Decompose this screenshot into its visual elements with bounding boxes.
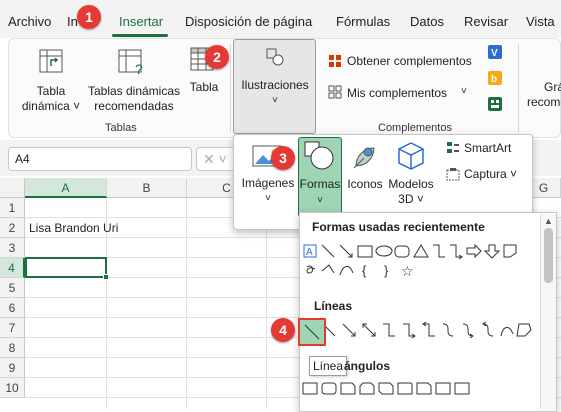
bing-icon[interactable]: b — [487, 70, 503, 86]
menu-disposicion[interactable]: Disposición de página — [185, 14, 312, 29]
lines-grid — [299, 316, 537, 346]
active-tab-indicator — [112, 34, 168, 37]
select-all-corner[interactable] — [0, 178, 25, 198]
pivot-table-label: Tabla — [36, 84, 66, 98]
group-tablas-label: Tablas — [105, 122, 137, 134]
rectangles-grid — [301, 380, 539, 400]
screenshot-label: Captura — [464, 167, 507, 181]
get-addins-button[interactable]: Obtener complementos — [347, 54, 472, 68]
charts-label-cut: Grá — [544, 80, 561, 94]
svg-text:A: A — [306, 247, 313, 258]
visio-icon[interactable]: V — [487, 44, 503, 60]
column-header-a[interactable]: A — [25, 178, 107, 198]
my-addins-chevron-icon[interactable]: ˅ — [461, 86, 467, 97]
svg-text:{: { — [362, 263, 367, 278]
group-complementos-label: Complementos — [378, 122, 452, 134]
line-tooltip: Línea — [309, 356, 347, 376]
menu-datos[interactable]: Datos — [410, 14, 444, 29]
recent-shapes-title: Formas usadas recientemente — [312, 220, 485, 234]
svg-text:b: b — [491, 74, 497, 85]
my-addins-button[interactable]: Mis complementos — [347, 86, 447, 100]
chevron-down-icon: ˅ — [272, 95, 278, 106]
row-header-1[interactable]: 1 — [0, 198, 25, 218]
table-button[interactable]: Tabla — [184, 80, 224, 95]
scroll-thumb[interactable] — [544, 228, 553, 283]
screenshot-icon — [446, 167, 460, 181]
illustrations-label: Ilustraciones — [241, 78, 309, 92]
step-badge-2: 2 — [205, 45, 229, 69]
3d-models-label-1: Modelos — [388, 177, 434, 191]
row-header-3[interactable]: 3 — [0, 238, 25, 258]
pivot-table-label-2: dinámica ˅ — [21, 99, 81, 113]
smartart-button[interactable]: SmartArt — [464, 141, 511, 155]
people-graph-icon[interactable] — [487, 96, 503, 112]
3d-models-button[interactable]: Modelos 3D ˅ — [386, 177, 436, 207]
row-header-9[interactable]: 9 — [0, 358, 25, 378]
pivot-table-button[interactable]: Tabla dinámica ˅ — [18, 84, 84, 114]
smartart-icon — [446, 141, 460, 155]
cancel-formula-icon[interactable]: ✕ ˅ — [196, 147, 236, 171]
recommended-pivot-icon: ? — [117, 46, 147, 77]
images-button[interactable]: Imágenes — [240, 176, 296, 191]
column-header-b[interactable]: B — [107, 178, 187, 198]
gridline — [186, 198, 187, 409]
recommended-pivot-button[interactable]: Tablas dinámicas recomendadas — [86, 84, 182, 114]
step-badge-1: 1 — [77, 5, 101, 29]
recommended-pivot-label-1: Tablas dinámicas — [87, 84, 181, 98]
menu-vista[interactable]: Vista — [526, 14, 555, 29]
row-header-7[interactable]: 7 — [0, 318, 25, 338]
svg-text:☆: ☆ — [401, 264, 414, 280]
3d-models-icon — [396, 140, 426, 172]
scroll-up-icon[interactable]: ▲ — [544, 216, 553, 226]
icons-button[interactable]: Iconos — [344, 177, 386, 192]
shapes-chevron-icon: ˅ — [317, 195, 323, 206]
active-cell-a4[interactable] — [25, 257, 107, 278]
cell-a2[interactable]: Lisa Brandon Uri — [29, 221, 118, 235]
menu-insertar[interactable]: Insertar — [119, 14, 163, 29]
shapes-label: Formas — [299, 177, 341, 191]
recommended-charts-label-cut: recome — [527, 95, 561, 109]
menu-revisar[interactable]: Revisar — [464, 14, 508, 29]
svg-text:V: V — [491, 48, 498, 59]
name-box-value: A4 — [15, 152, 30, 166]
my-addins-icon — [328, 85, 342, 99]
line-shape-button[interactable] — [298, 318, 326, 346]
3d-models-label-3d: 3D — [398, 192, 414, 206]
fill-handle[interactable] — [103, 274, 109, 280]
row-header-2[interactable]: 2 — [0, 218, 25, 238]
icons-icon — [350, 142, 380, 172]
3d-models-label-2: 3D ˅ — [398, 192, 424, 206]
illustrations-icon — [266, 48, 286, 68]
rectangles-title: ángulos — [344, 359, 391, 373]
row-header-5[interactable]: 5 — [0, 278, 25, 298]
svg-text:}: } — [384, 263, 389, 278]
shapes-icon — [304, 141, 336, 171]
row-header-8[interactable]: 8 — [0, 338, 25, 358]
row-header-10[interactable]: 10 — [0, 378, 25, 398]
svg-text:?: ? — [135, 61, 143, 76]
row-header-6[interactable]: 6 — [0, 298, 25, 318]
lines-title: Líneas — [314, 299, 353, 313]
ribbon-separator-2 — [518, 44, 519, 132]
step-badge-4: 4 — [271, 318, 295, 342]
menu-archivo[interactable]: Archivo — [8, 14, 51, 29]
menu-formulas[interactable]: Fórmulas — [336, 14, 390, 29]
shapes-scrollbar[interactable]: ▲ — [540, 214, 556, 409]
recent-shapes-grid: A { } ☆ — [303, 243, 538, 283]
screenshot-button[interactable]: Captura ˅ — [464, 167, 517, 181]
pivot-table-icon — [38, 46, 64, 76]
step-badge-3: 3 — [271, 146, 295, 170]
name-box[interactable]: A4 — [8, 147, 192, 171]
line-icon — [304, 324, 320, 340]
row-header-4[interactable]: 4 — [0, 258, 25, 278]
recommended-pivot-label-2: recomendadas — [94, 99, 174, 113]
ribbon-separator — [230, 44, 231, 132]
store-icon — [328, 54, 342, 68]
images-chevron-icon: ˅ — [265, 193, 271, 204]
